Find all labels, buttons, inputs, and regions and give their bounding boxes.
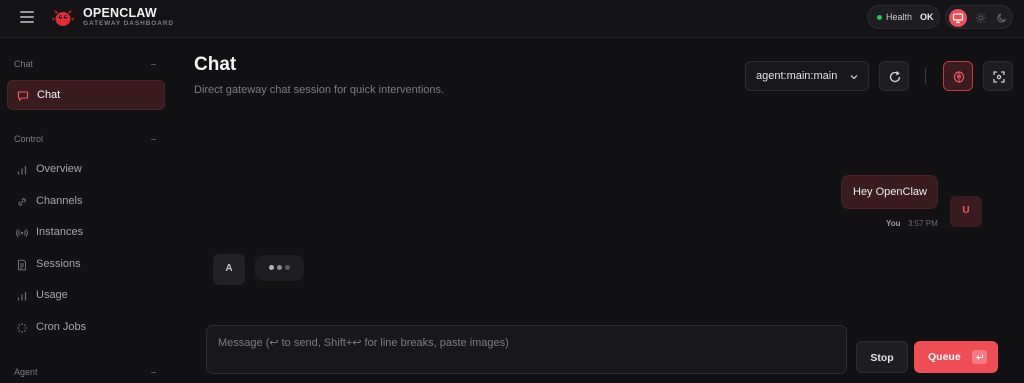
sidebar-item-label: Sessions bbox=[36, 258, 81, 270]
sidebar-section-chat[interactable]: Chat bbox=[14, 59, 33, 69]
typing-dot bbox=[285, 265, 290, 270]
sidebar-item-label: Instances bbox=[36, 226, 84, 238]
bar-chart-icon bbox=[17, 166, 27, 175]
chevron-down-icon bbox=[850, 75, 858, 80]
queue-button[interactable]: Queue bbox=[914, 341, 998, 373]
brain-icon bbox=[953, 71, 965, 83]
page-title: Chat bbox=[194, 54, 237, 75]
radio-icon bbox=[16, 228, 28, 238]
message-input[interactable] bbox=[207, 326, 846, 373]
page-subtitle: Direct gateway chat session for quick in… bbox=[194, 84, 445, 96]
monitor-icon bbox=[952, 13, 964, 24]
brand-subtitle: GATEWAY DASHBOARD bbox=[83, 20, 175, 27]
stop-button[interactable]: Stop bbox=[856, 341, 908, 373]
collapse-icon[interactable] bbox=[151, 372, 156, 373]
sun-icon bbox=[976, 13, 986, 23]
link-icon bbox=[18, 198, 26, 206]
refresh-button[interactable] bbox=[879, 61, 909, 91]
message-text: Hey OpenClaw bbox=[853, 186, 927, 198]
moon-icon bbox=[997, 13, 1006, 23]
typing-indicator bbox=[255, 255, 304, 281]
openclaw-logo bbox=[52, 7, 74, 29]
session-select-value: agent:main:main bbox=[756, 70, 838, 82]
theme-dark-button[interactable] bbox=[993, 9, 1011, 27]
message-composer bbox=[206, 325, 847, 374]
chat-bubble-icon bbox=[17, 91, 29, 101]
theme-light-button[interactable] bbox=[972, 9, 990, 27]
message-sender: You bbox=[886, 219, 901, 228]
sidebar-item-label: Usage bbox=[36, 289, 68, 301]
top-bar: OPENCLAW GATEWAY DASHBOARD Health OK bbox=[0, 0, 1024, 38]
sidebar-item-instances[interactable]: Instances bbox=[7, 218, 165, 248]
thinking-toggle-button[interactable] bbox=[943, 61, 973, 91]
session-select[interactable]: agent:main:main bbox=[745, 61, 869, 91]
loader-icon bbox=[17, 323, 27, 333]
collapse-icon[interactable] bbox=[151, 64, 156, 65]
user-avatar: U bbox=[950, 196, 982, 227]
theme-system-button[interactable] bbox=[949, 9, 967, 27]
sidebar-item-label: Cron Jobs bbox=[36, 321, 87, 333]
sidebar-item-channels[interactable]: Channels bbox=[7, 187, 165, 217]
typing-dot bbox=[269, 265, 274, 270]
sidebar-item-overview[interactable]: Overview bbox=[7, 155, 165, 185]
theme-toggle-group bbox=[945, 5, 1013, 29]
typing-dot bbox=[277, 265, 282, 270]
sidebar-section-control[interactable]: Control bbox=[14, 134, 43, 144]
health-status-dot bbox=[877, 15, 882, 20]
sidebar-item-label: Overview bbox=[36, 163, 82, 175]
stop-button-label: Stop bbox=[870, 352, 894, 364]
bar-chart-icon bbox=[17, 292, 27, 301]
assistant-avatar: A bbox=[213, 254, 245, 285]
refresh-icon bbox=[889, 71, 901, 83]
sidebar: Chat Chat Control Overview Channels Inst… bbox=[0, 38, 172, 383]
sidebar-item-sessions[interactable]: Sessions bbox=[7, 250, 165, 280]
toolbar-divider bbox=[925, 68, 926, 84]
collapse-icon[interactable] bbox=[151, 139, 156, 140]
message-timestamp: 3:57 PM bbox=[908, 219, 938, 228]
queue-button-label: Queue bbox=[928, 351, 961, 363]
avatar-initial: A bbox=[225, 263, 233, 274]
sidebar-item-chat[interactable]: Chat bbox=[7, 80, 165, 110]
sidebar-section-agent[interactable]: Agent bbox=[14, 367, 38, 377]
enter-key-icon bbox=[972, 350, 987, 364]
focus-mode-button[interactable] bbox=[983, 61, 1013, 91]
brand-title: OPENCLAW bbox=[83, 6, 157, 20]
health-label: Health bbox=[886, 12, 913, 22]
sidebar-item-label: Channels bbox=[36, 195, 83, 207]
user-message-bubble: Hey OpenClaw bbox=[841, 175, 938, 209]
sidebar-item-usage[interactable]: Usage bbox=[7, 281, 165, 311]
health-value: OK bbox=[920, 12, 934, 22]
avatar-initial: U bbox=[962, 205, 970, 216]
focus-icon bbox=[993, 71, 1005, 83]
sidebar-item-cron-jobs[interactable]: Cron Jobs bbox=[7, 313, 165, 343]
menu-icon[interactable] bbox=[20, 11, 34, 23]
sidebar-item-label: Chat bbox=[37, 89, 61, 101]
health-status-pill: Health OK bbox=[867, 5, 940, 29]
document-icon bbox=[18, 259, 26, 271]
